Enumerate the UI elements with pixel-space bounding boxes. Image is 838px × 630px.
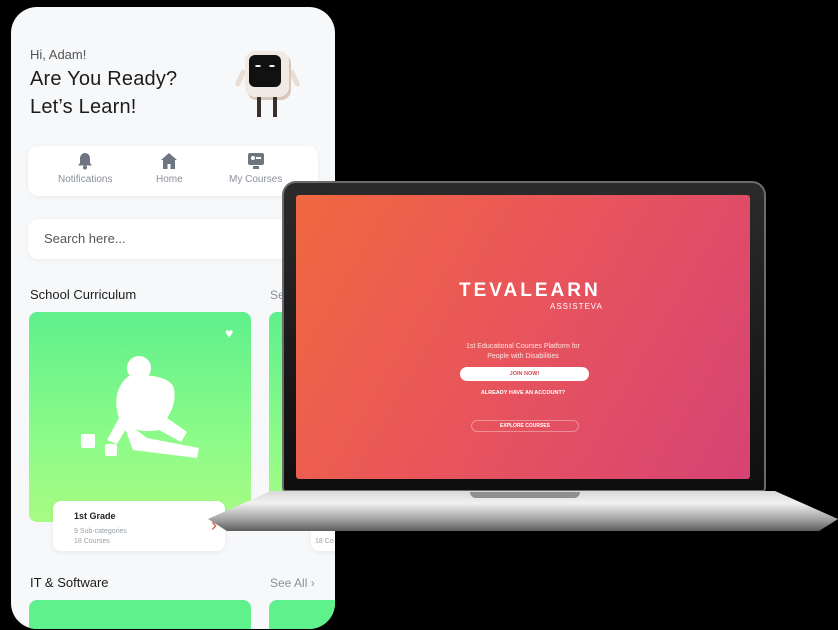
see-all-link-it[interactable]: See All › [270, 576, 315, 590]
headline: Are You Ready? Let’s Learn! [30, 65, 177, 121]
quick-nav-bar: Notifications Home My Courses [28, 146, 318, 196]
join-now-button[interactable]: JOIN NOW! [460, 367, 589, 381]
nav-notifications-label: Notifications [58, 174, 113, 185]
section-title-it-software: IT & Software [30, 575, 109, 590]
tagline-line-2: People with Disabilities [487, 353, 559, 360]
nav-home[interactable]: Home [156, 152, 183, 185]
course-info-1st-grade[interactable]: 1st Grade 9 Sub-categories 18 Courses › [53, 501, 225, 551]
bell-icon [78, 153, 93, 170]
course-count: 18 Courses [74, 538, 110, 545]
brand-logo: TEVALEARN [459, 280, 601, 301]
nav-my-courses-label: My Courses [229, 174, 283, 185]
robot-mascot-illustration [233, 47, 303, 127]
already-have-account-link[interactable]: ALREADY HAVE AN ACCOUNT? [296, 390, 750, 396]
headline-line-2: Let’s Learn! [30, 96, 137, 118]
courses-icon [247, 153, 264, 169]
explore-courses-button[interactable]: EXPLORE COURSES [471, 420, 579, 432]
course-name: 1st Grade [74, 511, 116, 521]
headline-line-1: Are You Ready? [30, 68, 178, 90]
course-subcategories: 9 Sub-categories [74, 528, 127, 535]
laptop-screen: TEVALEARN ASSISTEVA 1st Educational Cour… [296, 195, 750, 479]
section-title-school-curriculum: School Curriculum [30, 287, 137, 302]
nav-home-label: Home [156, 174, 183, 185]
home-icon [161, 153, 178, 169]
tagline-line-1: 1st Educational Courses Platform for [466, 343, 580, 350]
course-count-partial: 18 Co [315, 538, 334, 545]
nav-notifications[interactable]: Notifications [58, 152, 112, 185]
course-card-it-2[interactable] [269, 600, 335, 629]
brand-sub: ASSISTEVA [550, 302, 603, 311]
tagline: 1st Educational Courses Platform for Peo… [296, 342, 750, 362]
laptop-notch [470, 492, 580, 498]
course-card-it-1[interactable] [29, 600, 251, 629]
child-playing-blocks-illustration [81, 356, 199, 458]
greeting-text: Hi, Adam! [30, 47, 87, 62]
course-card-1st-grade[interactable]: ♥ [29, 312, 251, 522]
heart-icon[interactable]: ♥ [225, 326, 239, 340]
nav-my-courses[interactable]: My Courses [229, 152, 282, 185]
